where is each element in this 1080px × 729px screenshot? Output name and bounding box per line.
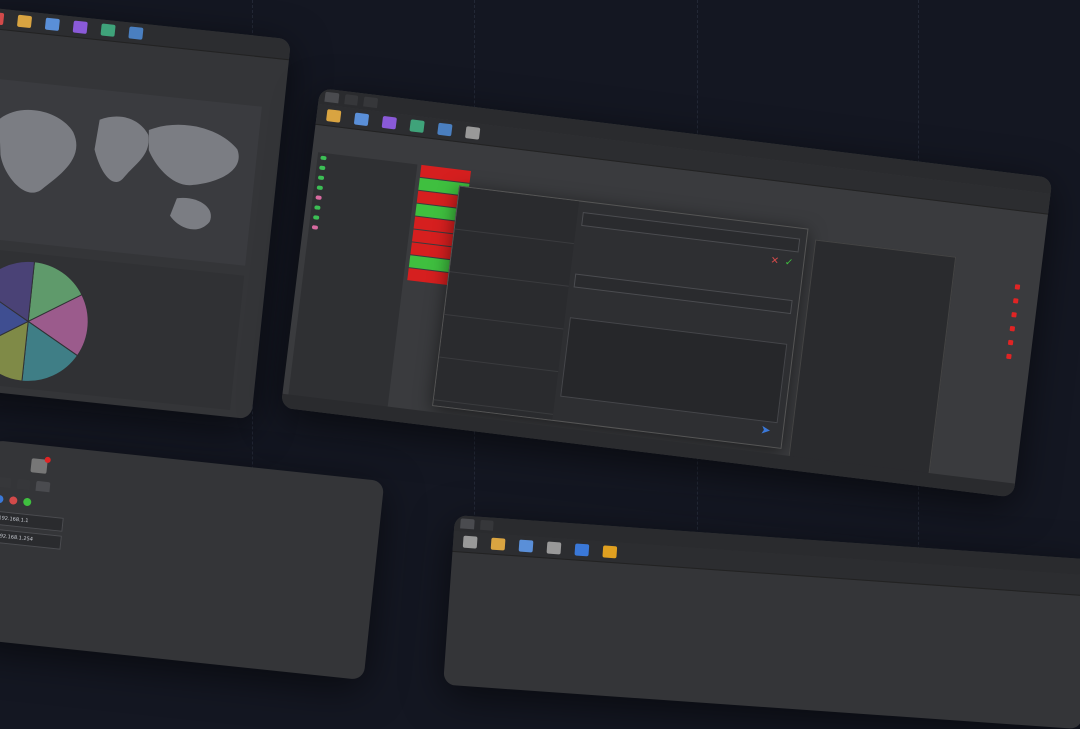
tab[interactable] bbox=[460, 518, 475, 530]
status-warning-icon bbox=[315, 195, 322, 201]
alert-icon bbox=[1009, 325, 1016, 332]
command-textarea[interactable] bbox=[560, 317, 788, 424]
notification-badge bbox=[44, 456, 52, 464]
tab[interactable] bbox=[0, 476, 12, 489]
grid-icon bbox=[518, 539, 534, 553]
delete-icon bbox=[0, 11, 5, 26]
status-ok-icon bbox=[312, 215, 320, 220]
world-map-panel bbox=[0, 77, 262, 266]
alert-icon bbox=[1014, 284, 1021, 290]
device-list bbox=[287, 152, 418, 413]
add-icon bbox=[0, 494, 4, 504]
refresh-button[interactable] bbox=[22, 497, 32, 507]
tab[interactable] bbox=[363, 96, 378, 109]
ip-field[interactable]: 192.168.1.254 bbox=[0, 528, 62, 550]
ribbon-button[interactable] bbox=[543, 541, 566, 555]
world-map-icon bbox=[0, 109, 239, 230]
ribbon-button[interactable] bbox=[97, 23, 120, 37]
ribbon-button[interactable] bbox=[322, 109, 345, 124]
ribbon-button[interactable] bbox=[515, 539, 538, 553]
alert-icon bbox=[1007, 339, 1014, 346]
ribbon-button[interactable] bbox=[0, 11, 8, 26]
remove-button[interactable] bbox=[8, 496, 18, 505]
ribbon-button[interactable] bbox=[570, 543, 593, 557]
tab[interactable] bbox=[324, 91, 340, 104]
refresh-icon bbox=[22, 497, 32, 507]
alert-indicators bbox=[1006, 284, 1025, 360]
chart-icon bbox=[72, 20, 88, 34]
dialog-input-field[interactable] bbox=[573, 273, 793, 315]
ribbon-button[interactable] bbox=[378, 115, 401, 130]
chart-icon bbox=[381, 115, 397, 130]
settings-icon bbox=[546, 541, 562, 555]
ribbon-button[interactable] bbox=[13, 14, 36, 29]
tab[interactable] bbox=[479, 519, 494, 531]
settings-icon bbox=[464, 126, 481, 140]
status-ok-icon bbox=[317, 175, 325, 181]
monitor-icon bbox=[100, 23, 116, 37]
close-icon[interactable]: ✕ bbox=[770, 255, 780, 267]
ribbon-button[interactable] bbox=[433, 122, 456, 137]
ribbon-button[interactable] bbox=[124, 26, 147, 40]
download-icon bbox=[462, 535, 478, 549]
warning-icon bbox=[602, 545, 618, 559]
monitor-icon bbox=[409, 119, 425, 133]
ribbon-button[interactable] bbox=[350, 112, 373, 127]
ribbon-button[interactable] bbox=[459, 535, 482, 549]
settings-dialog: ✕ ✓ ➤ bbox=[432, 185, 809, 449]
folder-icon bbox=[490, 537, 506, 551]
bottom-left-window: 192.168.1.1 192.168.1.254 bbox=[0, 439, 385, 681]
bell-icon bbox=[30, 456, 52, 474]
check-icon[interactable]: ✓ bbox=[784, 257, 794, 269]
left-ribbon bbox=[0, 6, 292, 61]
folder-icon bbox=[16, 14, 33, 29]
pie-chart bbox=[0, 260, 89, 382]
status-ok-icon bbox=[316, 185, 324, 191]
ribbon-button[interactable] bbox=[41, 17, 64, 32]
folder-icon bbox=[326, 109, 342, 123]
left-app-window bbox=[0, 6, 292, 420]
network-icon bbox=[128, 26, 144, 40]
tab[interactable] bbox=[16, 478, 31, 491]
add-button[interactable] bbox=[0, 494, 4, 504]
status-ok-icon bbox=[320, 155, 327, 161]
status-ok-icon bbox=[314, 205, 321, 210]
main-app-window: ✕ ✓ ➤ bbox=[280, 88, 1053, 498]
send-icon bbox=[437, 122, 453, 137]
user-icon bbox=[574, 543, 590, 557]
dialog-title-field[interactable] bbox=[581, 211, 801, 253]
ribbon-button[interactable] bbox=[487, 537, 510, 551]
dialog-content: ✕ ✓ ➤ bbox=[558, 208, 801, 441]
send-icon[interactable]: ➤ bbox=[760, 422, 772, 437]
alert-icon bbox=[1012, 298, 1019, 304]
ribbon-button[interactable] bbox=[405, 119, 428, 134]
grid-icon bbox=[353, 112, 370, 127]
remove-icon bbox=[8, 496, 18, 505]
alert-icon bbox=[1006, 353, 1012, 360]
ip-field[interactable]: 192.168.1.1 bbox=[0, 510, 64, 532]
right-list-panel bbox=[788, 239, 957, 478]
ribbon-button[interactable] bbox=[598, 545, 621, 559]
status-ok-icon bbox=[319, 165, 326, 171]
ribbon-button[interactable] bbox=[461, 126, 484, 141]
tab[interactable] bbox=[343, 94, 359, 106]
dialog-sidebar bbox=[433, 186, 580, 420]
ribbon-button[interactable] bbox=[69, 20, 92, 34]
status-warning-icon bbox=[311, 225, 319, 230]
alert-icon bbox=[1011, 311, 1017, 318]
pie-panel bbox=[0, 246, 245, 410]
tab[interactable] bbox=[35, 480, 51, 493]
bottom-right-window bbox=[443, 515, 1080, 729]
grid-icon bbox=[44, 17, 60, 32]
